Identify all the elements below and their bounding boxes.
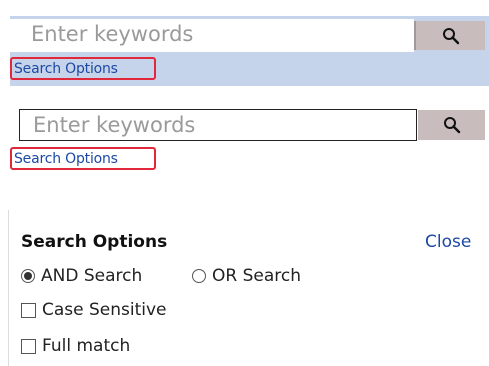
search-icon xyxy=(442,27,459,44)
checkbox[interactable] xyxy=(21,338,36,354)
checkbox-label: Case Sensitive xyxy=(42,300,167,320)
radio-button[interactable] xyxy=(192,269,206,283)
checkbox-case-sensitive[interactable]: Case Sensitive xyxy=(21,300,167,320)
checkbox[interactable] xyxy=(21,302,36,318)
radio-and-search[interactable]: AND Search xyxy=(21,266,142,286)
close-link[interactable]: Close xyxy=(425,232,471,252)
search-input[interactable]: Enter keywords xyxy=(19,109,417,141)
radio-label: AND Search xyxy=(41,266,143,286)
search-input[interactable]: Enter keywords xyxy=(10,19,414,52)
search-button[interactable] xyxy=(414,21,485,50)
search-options-link[interactable]: Search Options xyxy=(10,57,156,80)
checkbox-label: Full match xyxy=(42,336,131,356)
checkbox-full-match[interactable]: Full match xyxy=(21,336,130,356)
radio-label: OR Search xyxy=(212,266,302,286)
radio-button-selected[interactable] xyxy=(21,269,35,283)
search-icon xyxy=(443,117,460,134)
options-title: Search Options xyxy=(21,232,168,252)
search-button[interactable] xyxy=(418,110,485,140)
search-options-link[interactable]: Search Options xyxy=(10,147,156,170)
radio-or-search[interactable]: OR Search xyxy=(192,266,301,286)
panel-left-border xyxy=(8,210,9,366)
